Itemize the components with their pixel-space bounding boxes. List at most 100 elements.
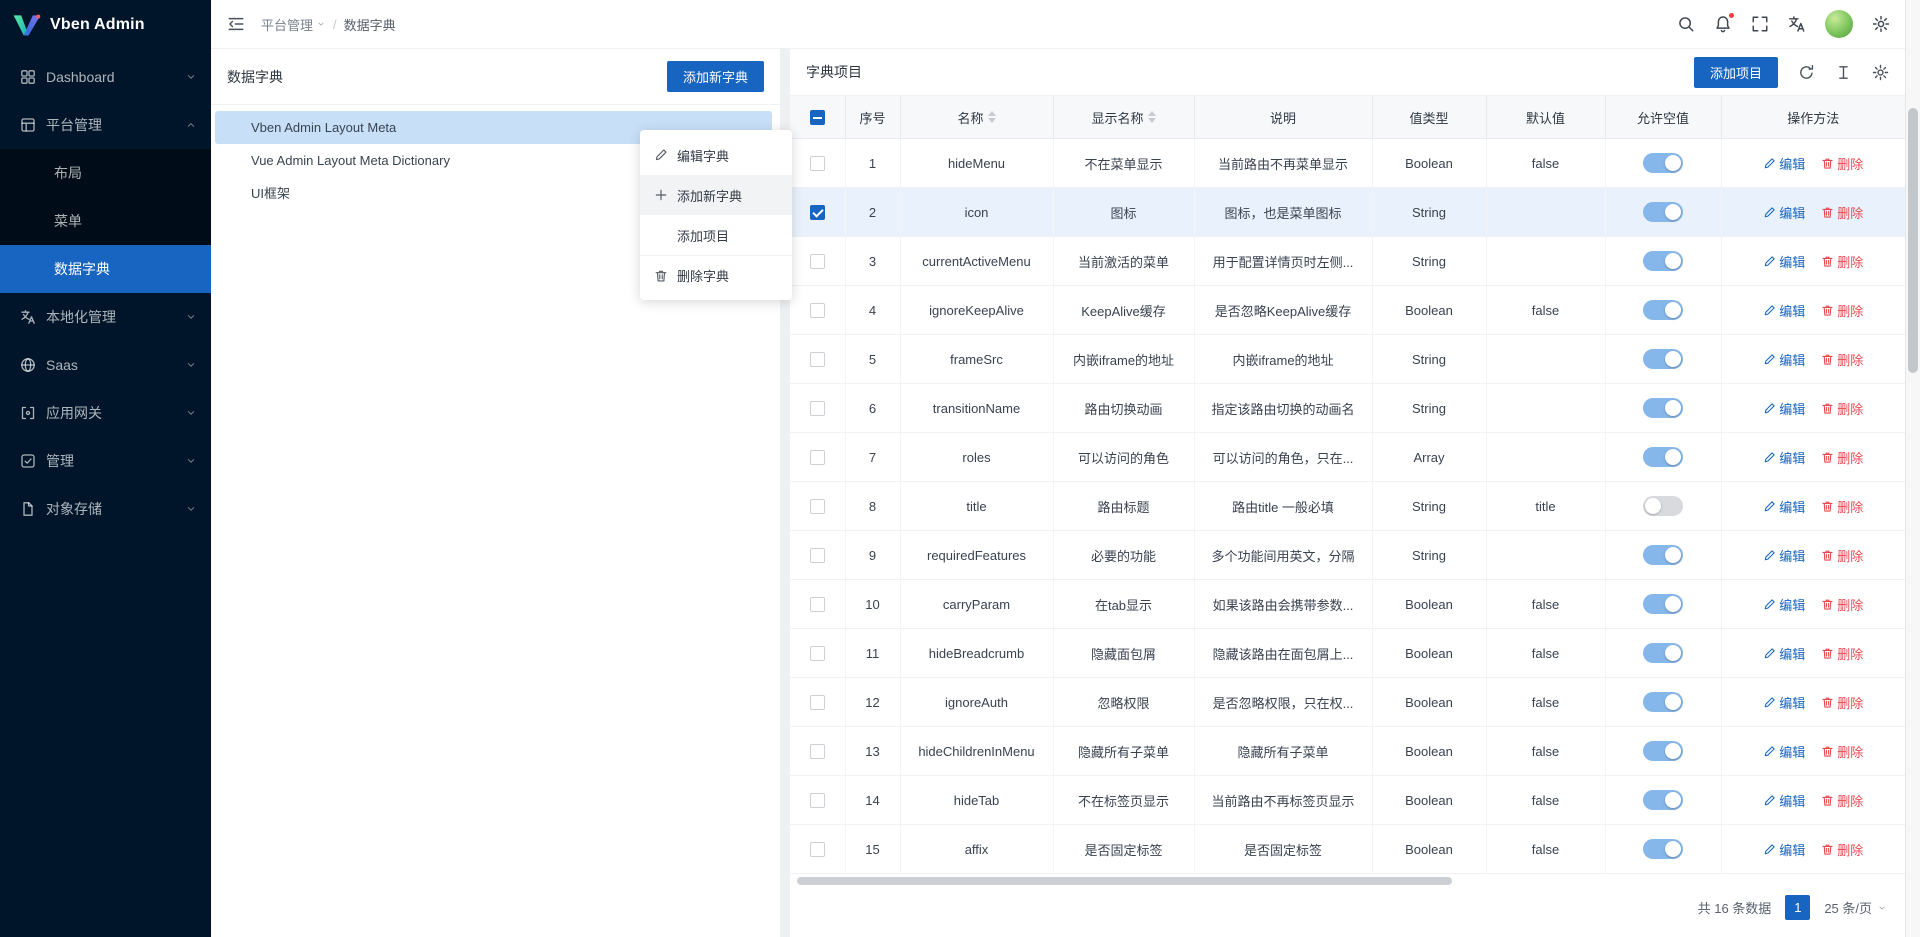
- allow-null-toggle[interactable]: [1643, 545, 1683, 565]
- delete-link[interactable]: 删除: [1821, 693, 1863, 712]
- edit-link[interactable]: 编辑: [1763, 448, 1805, 467]
- context-menu-item-3[interactable]: 删除字典: [640, 255, 792, 295]
- row-checkbox[interactable]: [810, 303, 825, 318]
- edit-link[interactable]: 编辑: [1763, 154, 1805, 173]
- context-menu-item-1[interactable]: 添加新字典: [640, 175, 792, 215]
- delete-link[interactable]: 删除: [1821, 252, 1863, 271]
- user-avatar[interactable]: [1825, 10, 1853, 38]
- pagination-page-1[interactable]: 1: [1785, 895, 1810, 920]
- edit-link[interactable]: 编辑: [1763, 301, 1805, 320]
- edit-link[interactable]: 编辑: [1763, 350, 1805, 369]
- delete-link[interactable]: 删除: [1821, 448, 1863, 467]
- horizontal-scrollbar-thumb[interactable]: [797, 877, 1452, 885]
- row-height-icon[interactable]: [1835, 64, 1852, 81]
- sidebar-item-manage[interactable]: 管理: [0, 437, 211, 485]
- delete-link[interactable]: 删除: [1821, 301, 1863, 320]
- refresh-icon[interactable]: [1798, 64, 1815, 81]
- allow-null-toggle[interactable]: [1643, 790, 1683, 810]
- row-checkbox[interactable]: [810, 401, 825, 416]
- allow-null-toggle[interactable]: [1643, 643, 1683, 663]
- page-size-select[interactable]: 25 条/页: [1824, 898, 1887, 917]
- add-dictionary-button[interactable]: 添加新字典: [667, 61, 764, 92]
- translate-icon[interactable]: [1788, 15, 1806, 33]
- allow-null-toggle[interactable]: [1643, 594, 1683, 614]
- allow-null-toggle[interactable]: [1643, 496, 1683, 516]
- edit-link[interactable]: 编辑: [1763, 742, 1805, 761]
- row-checkbox[interactable]: [810, 793, 825, 808]
- allow-null-toggle[interactable]: [1643, 398, 1683, 418]
- delete-link[interactable]: 删除: [1821, 154, 1863, 173]
- row-checkbox[interactable]: [810, 499, 825, 514]
- edit-link[interactable]: 编辑: [1763, 399, 1805, 418]
- row-checkbox[interactable]: [810, 646, 825, 661]
- context-menu-item-0[interactable]: 编辑字典: [640, 135, 792, 175]
- sidebar-item-locale[interactable]: 本地化管理: [0, 293, 211, 341]
- allow-null-toggle[interactable]: [1643, 153, 1683, 173]
- settings-gear-icon[interactable]: [1872, 15, 1890, 33]
- app-logo[interactable]: Vben Admin: [0, 0, 211, 49]
- edit-link[interactable]: 编辑: [1763, 791, 1805, 810]
- delete-link[interactable]: 删除: [1821, 497, 1863, 516]
- edit-link[interactable]: 编辑: [1763, 203, 1805, 222]
- allow-null-toggle[interactable]: [1643, 447, 1683, 467]
- breadcrumb-item-platform[interactable]: 平台管理: [261, 15, 326, 34]
- allow-null-toggle[interactable]: [1643, 839, 1683, 859]
- row-checkbox[interactable]: [810, 205, 825, 220]
- select-all-checkbox[interactable]: [810, 110, 825, 125]
- allow-null-toggle[interactable]: [1643, 692, 1683, 712]
- delete-link[interactable]: 删除: [1821, 742, 1863, 761]
- row-checkbox[interactable]: [810, 842, 825, 857]
- search-icon[interactable]: [1677, 15, 1695, 33]
- column-header-1[interactable]: 名称: [900, 96, 1053, 139]
- delete-link[interactable]: 删除: [1821, 203, 1863, 222]
- column-header-2[interactable]: 显示名称: [1053, 96, 1194, 139]
- edit-link[interactable]: 编辑: [1763, 644, 1805, 663]
- delete-link[interactable]: 删除: [1821, 840, 1863, 859]
- edit-link[interactable]: 编辑: [1763, 595, 1805, 614]
- row-checkbox[interactable]: [810, 450, 825, 465]
- allow-null-toggle[interactable]: [1643, 741, 1683, 761]
- sort-icon[interactable]: [988, 111, 996, 123]
- row-checkbox[interactable]: [810, 597, 825, 612]
- sidebar-subitem-数据字典[interactable]: 数据字典: [0, 245, 211, 293]
- sidebar-item-gateway[interactable]: 应用网关: [0, 389, 211, 437]
- sidebar-item-dashboard[interactable]: Dashboard: [0, 53, 211, 101]
- row-checkbox[interactable]: [810, 352, 825, 367]
- row-checkbox[interactable]: [810, 695, 825, 710]
- delete-link[interactable]: 删除: [1821, 546, 1863, 565]
- sidebar-item-saas[interactable]: Saas: [0, 341, 211, 389]
- delete-link[interactable]: 删除: [1821, 350, 1863, 369]
- sort-icon[interactable]: [1148, 111, 1156, 123]
- delete-link[interactable]: 删除: [1821, 399, 1863, 418]
- sidebar-subitem-布局[interactable]: 布局: [0, 149, 211, 197]
- row-checkbox[interactable]: [810, 744, 825, 759]
- sidebar-collapse-icon[interactable]: [227, 15, 245, 33]
- row-checkbox[interactable]: [810, 254, 825, 269]
- allow-null-toggle[interactable]: [1643, 202, 1683, 222]
- sidebar-item-storage[interactable]: 对象存储: [0, 485, 211, 533]
- allow-null-toggle[interactable]: [1643, 251, 1683, 271]
- row-checkbox[interactable]: [810, 548, 825, 563]
- row-checkbox[interactable]: [810, 156, 825, 171]
- edit-link[interactable]: 编辑: [1763, 252, 1805, 271]
- delete-link[interactable]: 删除: [1821, 644, 1863, 663]
- edit-link[interactable]: 编辑: [1763, 840, 1805, 859]
- sidebar-subitem-菜单[interactable]: 菜单: [0, 197, 211, 245]
- context-menu-item-2[interactable]: 添加项目: [640, 215, 792, 255]
- cell-actions: 编辑删除: [1721, 825, 1905, 874]
- edit-link[interactable]: 编辑: [1763, 497, 1805, 516]
- delete-link[interactable]: 删除: [1821, 791, 1863, 810]
- edit-link[interactable]: 编辑: [1763, 693, 1805, 712]
- horizontal-scrollbar[interactable]: [792, 877, 1903, 885]
- vertical-scrollbar[interactable]: [1905, 0, 1920, 937]
- allow-null-toggle[interactable]: [1643, 349, 1683, 369]
- edit-link[interactable]: 编辑: [1763, 546, 1805, 565]
- add-item-button[interactable]: 添加项目: [1694, 57, 1778, 88]
- notification-button[interactable]: [1714, 15, 1732, 33]
- sidebar-item-platform[interactable]: 平台管理: [0, 101, 211, 149]
- delete-link[interactable]: 删除: [1821, 595, 1863, 614]
- table-settings-icon[interactable]: [1872, 64, 1889, 81]
- allow-null-toggle[interactable]: [1643, 300, 1683, 320]
- fullscreen-icon[interactable]: [1751, 15, 1769, 33]
- vertical-scrollbar-thumb[interactable]: [1908, 108, 1918, 373]
